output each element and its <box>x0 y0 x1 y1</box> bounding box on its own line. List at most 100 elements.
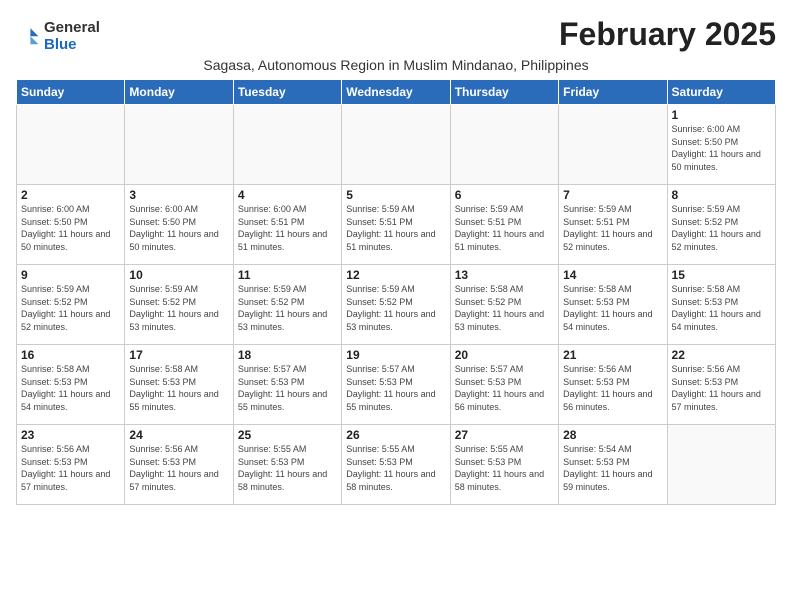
day-info: Sunrise: 5:54 AM Sunset: 5:53 PM Dayligh… <box>563 443 662 493</box>
day-number: 27 <box>455 428 554 442</box>
day-info: Sunrise: 5:57 AM Sunset: 5:53 PM Dayligh… <box>455 363 554 413</box>
table-row: 23Sunrise: 5:56 AM Sunset: 5:53 PM Dayli… <box>17 425 125 505</box>
table-row: 11Sunrise: 5:59 AM Sunset: 5:52 PM Dayli… <box>233 265 341 345</box>
day-info: Sunrise: 5:55 AM Sunset: 5:53 PM Dayligh… <box>455 443 554 493</box>
table-row: 1Sunrise: 6:00 AM Sunset: 5:50 PM Daylig… <box>667 105 775 185</box>
day-info: Sunrise: 6:00 AM Sunset: 5:51 PM Dayligh… <box>238 203 337 253</box>
table-row: 14Sunrise: 5:58 AM Sunset: 5:53 PM Dayli… <box>559 265 667 345</box>
table-row: 25Sunrise: 5:55 AM Sunset: 5:53 PM Dayli… <box>233 425 341 505</box>
day-number: 22 <box>672 348 771 362</box>
day-info: Sunrise: 5:56 AM Sunset: 5:53 PM Dayligh… <box>563 363 662 413</box>
day-info: Sunrise: 5:59 AM Sunset: 5:52 PM Dayligh… <box>238 283 337 333</box>
header-sunday: Sunday <box>17 80 125 105</box>
calendar-week-row: 2Sunrise: 6:00 AM Sunset: 5:50 PM Daylig… <box>17 185 776 265</box>
day-info: Sunrise: 5:59 AM Sunset: 5:51 PM Dayligh… <box>346 203 445 253</box>
day-number: 23 <box>21 428 120 442</box>
table-row: 8Sunrise: 5:59 AM Sunset: 5:52 PM Daylig… <box>667 185 775 265</box>
day-info: Sunrise: 6:00 AM Sunset: 5:50 PM Dayligh… <box>672 123 771 173</box>
day-number: 6 <box>455 188 554 202</box>
table-row: 18Sunrise: 5:57 AM Sunset: 5:53 PM Dayli… <box>233 345 341 425</box>
day-number: 1 <box>672 108 771 122</box>
day-info: Sunrise: 5:57 AM Sunset: 5:53 PM Dayligh… <box>346 363 445 413</box>
table-row: 15Sunrise: 5:58 AM Sunset: 5:53 PM Dayli… <box>667 265 775 345</box>
header-saturday: Saturday <box>667 80 775 105</box>
table-row: 3Sunrise: 6:00 AM Sunset: 5:50 PM Daylig… <box>125 185 233 265</box>
day-number: 18 <box>238 348 337 362</box>
day-info: Sunrise: 5:59 AM Sunset: 5:52 PM Dayligh… <box>346 283 445 333</box>
table-row: 22Sunrise: 5:56 AM Sunset: 5:53 PM Dayli… <box>667 345 775 425</box>
logo-icon <box>16 25 40 49</box>
header-tuesday: Tuesday <box>233 80 341 105</box>
day-number: 25 <box>238 428 337 442</box>
day-number: 19 <box>346 348 445 362</box>
header-friday: Friday <box>559 80 667 105</box>
table-row <box>559 105 667 185</box>
table-row <box>342 105 450 185</box>
day-info: Sunrise: 5:58 AM Sunset: 5:53 PM Dayligh… <box>672 283 771 333</box>
day-info: Sunrise: 5:56 AM Sunset: 5:53 PM Dayligh… <box>21 443 120 493</box>
day-number: 28 <box>563 428 662 442</box>
day-number: 8 <box>672 188 771 202</box>
day-info: Sunrise: 5:56 AM Sunset: 5:53 PM Dayligh… <box>129 443 228 493</box>
calendar-header-row: Sunday Monday Tuesday Wednesday Thursday… <box>17 80 776 105</box>
header-thursday: Thursday <box>450 80 558 105</box>
day-info: Sunrise: 5:59 AM Sunset: 5:52 PM Dayligh… <box>129 283 228 333</box>
logo-line2: Blue <box>44 37 100 54</box>
header-wednesday: Wednesday <box>342 80 450 105</box>
day-info: Sunrise: 5:58 AM Sunset: 5:52 PM Dayligh… <box>455 283 554 333</box>
logo-line1: General <box>44 20 100 37</box>
day-info: Sunrise: 5:58 AM Sunset: 5:53 PM Dayligh… <box>21 363 120 413</box>
day-number: 16 <box>21 348 120 362</box>
table-row: 9Sunrise: 5:59 AM Sunset: 5:52 PM Daylig… <box>17 265 125 345</box>
day-info: Sunrise: 6:00 AM Sunset: 5:50 PM Dayligh… <box>129 203 228 253</box>
table-row: 2Sunrise: 6:00 AM Sunset: 5:50 PM Daylig… <box>17 185 125 265</box>
calendar-week-row: 23Sunrise: 5:56 AM Sunset: 5:53 PM Dayli… <box>17 425 776 505</box>
table-row: 17Sunrise: 5:58 AM Sunset: 5:53 PM Dayli… <box>125 345 233 425</box>
calendar-week-row: 9Sunrise: 5:59 AM Sunset: 5:52 PM Daylig… <box>17 265 776 345</box>
table-row: 27Sunrise: 5:55 AM Sunset: 5:53 PM Dayli… <box>450 425 558 505</box>
table-row <box>125 105 233 185</box>
day-number: 20 <box>455 348 554 362</box>
header-area: General Blue February 2025 <box>16 16 776 53</box>
logo-text: General Blue <box>44 20 100 53</box>
calendar: Sunday Monday Tuesday Wednesday Thursday… <box>16 79 776 505</box>
day-info: Sunrise: 5:56 AM Sunset: 5:53 PM Dayligh… <box>672 363 771 413</box>
calendar-week-row: 1Sunrise: 6:00 AM Sunset: 5:50 PM Daylig… <box>17 105 776 185</box>
day-number: 21 <box>563 348 662 362</box>
table-row: 16Sunrise: 5:58 AM Sunset: 5:53 PM Dayli… <box>17 345 125 425</box>
day-number: 17 <box>129 348 228 362</box>
table-row: 20Sunrise: 5:57 AM Sunset: 5:53 PM Dayli… <box>450 345 558 425</box>
day-number: 5 <box>346 188 445 202</box>
day-number: 4 <box>238 188 337 202</box>
day-number: 26 <box>346 428 445 442</box>
day-number: 12 <box>346 268 445 282</box>
day-info: Sunrise: 5:58 AM Sunset: 5:53 PM Dayligh… <box>129 363 228 413</box>
day-info: Sunrise: 6:00 AM Sunset: 5:50 PM Dayligh… <box>21 203 120 253</box>
logo: General Blue <box>16 20 100 53</box>
day-info: Sunrise: 5:59 AM Sunset: 5:51 PM Dayligh… <box>455 203 554 253</box>
table-row <box>17 105 125 185</box>
day-number: 15 <box>672 268 771 282</box>
table-row: 19Sunrise: 5:57 AM Sunset: 5:53 PM Dayli… <box>342 345 450 425</box>
day-number: 13 <box>455 268 554 282</box>
table-row <box>450 105 558 185</box>
day-info: Sunrise: 5:59 AM Sunset: 5:52 PM Dayligh… <box>672 203 771 253</box>
day-info: Sunrise: 5:55 AM Sunset: 5:53 PM Dayligh… <box>346 443 445 493</box>
day-info: Sunrise: 5:55 AM Sunset: 5:53 PM Dayligh… <box>238 443 337 493</box>
day-info: Sunrise: 5:59 AM Sunset: 5:52 PM Dayligh… <box>21 283 120 333</box>
table-row: 10Sunrise: 5:59 AM Sunset: 5:52 PM Dayli… <box>125 265 233 345</box>
table-row <box>233 105 341 185</box>
table-row: 21Sunrise: 5:56 AM Sunset: 5:53 PM Dayli… <box>559 345 667 425</box>
day-info: Sunrise: 5:58 AM Sunset: 5:53 PM Dayligh… <box>563 283 662 333</box>
location-title: Sagasa, Autonomous Region in Muslim Mind… <box>16 57 776 73</box>
table-row: 12Sunrise: 5:59 AM Sunset: 5:52 PM Dayli… <box>342 265 450 345</box>
day-number: 24 <box>129 428 228 442</box>
page: General Blue February 2025 Sagasa, Auton… <box>0 0 792 612</box>
day-number: 11 <box>238 268 337 282</box>
day-number: 3 <box>129 188 228 202</box>
day-number: 9 <box>21 268 120 282</box>
day-number: 2 <box>21 188 120 202</box>
table-row: 4Sunrise: 6:00 AM Sunset: 5:51 PM Daylig… <box>233 185 341 265</box>
day-info: Sunrise: 5:59 AM Sunset: 5:51 PM Dayligh… <box>563 203 662 253</box>
header-monday: Monday <box>125 80 233 105</box>
